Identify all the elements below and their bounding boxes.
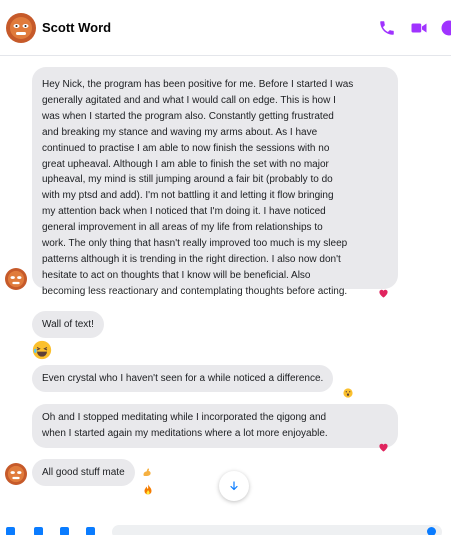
message-line: continued to practise I am able to now f… — [42, 142, 330, 154]
scroll-to-bottom-button[interactable] — [219, 471, 249, 501]
heart-reaction-icon[interactable] — [378, 442, 389, 452]
message-bubble[interactable]: Hey Nick, the program has been positive … — [32, 67, 398, 297]
message-line: was when I started the program also. Con… — [42, 110, 334, 122]
phone-icon[interactable] — [378, 19, 396, 37]
message-line: when I started again my meditations wher… — [42, 427, 328, 439]
contact-avatar[interactable] — [6, 13, 36, 43]
message-line: and breaking my stance and waving my arm… — [42, 126, 318, 138]
message-bubble[interactable]: Oh and I stopped meditating while I inco… — [32, 404, 398, 448]
message-line: generally agitated and and what I would … — [42, 94, 336, 106]
message-line: with my ptsd and add). I'm not battling … — [42, 190, 334, 202]
sticker-icon[interactable] — [60, 527, 69, 535]
message-line: patterns although it is trending in the … — [42, 253, 341, 265]
video-icon[interactable] — [410, 19, 428, 37]
message-bubble[interactable]: All good stuff mate — [32, 459, 135, 486]
sender-avatar[interactable] — [5, 268, 27, 290]
laughing-face-icon[interactable] — [32, 340, 52, 360]
message-line: hesitate to act on thoughts that I know … — [42, 269, 311, 281]
image-icon[interactable] — [34, 527, 43, 535]
gif-icon[interactable] — [86, 527, 95, 535]
emoji-icon[interactable] — [427, 527, 436, 535]
message-input[interactable] — [112, 525, 442, 535]
muscle-emoji-icon — [143, 468, 151, 476]
message-line: upheaval, my mind is still jumping aroun… — [42, 174, 333, 186]
heart-reaction-icon[interactable] — [378, 288, 389, 298]
message-line: becoming less reactionary and contemplat… — [42, 285, 348, 297]
message-line: general improvement in all areas of my l… — [42, 222, 323, 234]
message-composer — [0, 520, 451, 535]
arrow-down-icon — [230, 481, 238, 491]
wow-face-reaction-icon[interactable] — [343, 388, 353, 398]
message-line: my attention back when I noticed that I'… — [42, 206, 326, 218]
message-bubble[interactable]: Wall of text! — [32, 311, 104, 338]
message-line: work. The only thing that hasn't really … — [42, 238, 348, 250]
sender-avatar[interactable] — [5, 463, 27, 485]
chat-header: Scott Word — [0, 0, 451, 56]
plus-icon[interactable] — [6, 527, 15, 535]
fire-reaction-icon[interactable] — [143, 484, 153, 496]
message-line: Oh and I stopped meditating while I inco… — [42, 412, 327, 423]
contact-name[interactable]: Scott Word — [42, 20, 111, 35]
message-line: Hey Nick, the program has been positive … — [42, 79, 354, 90]
message-bubble[interactable]: Even crystal who I haven't seen for a wh… — [32, 365, 334, 392]
message-line: great upheaval. Although I am able to fi… — [42, 158, 329, 170]
info-icon[interactable] — [440, 19, 451, 37]
